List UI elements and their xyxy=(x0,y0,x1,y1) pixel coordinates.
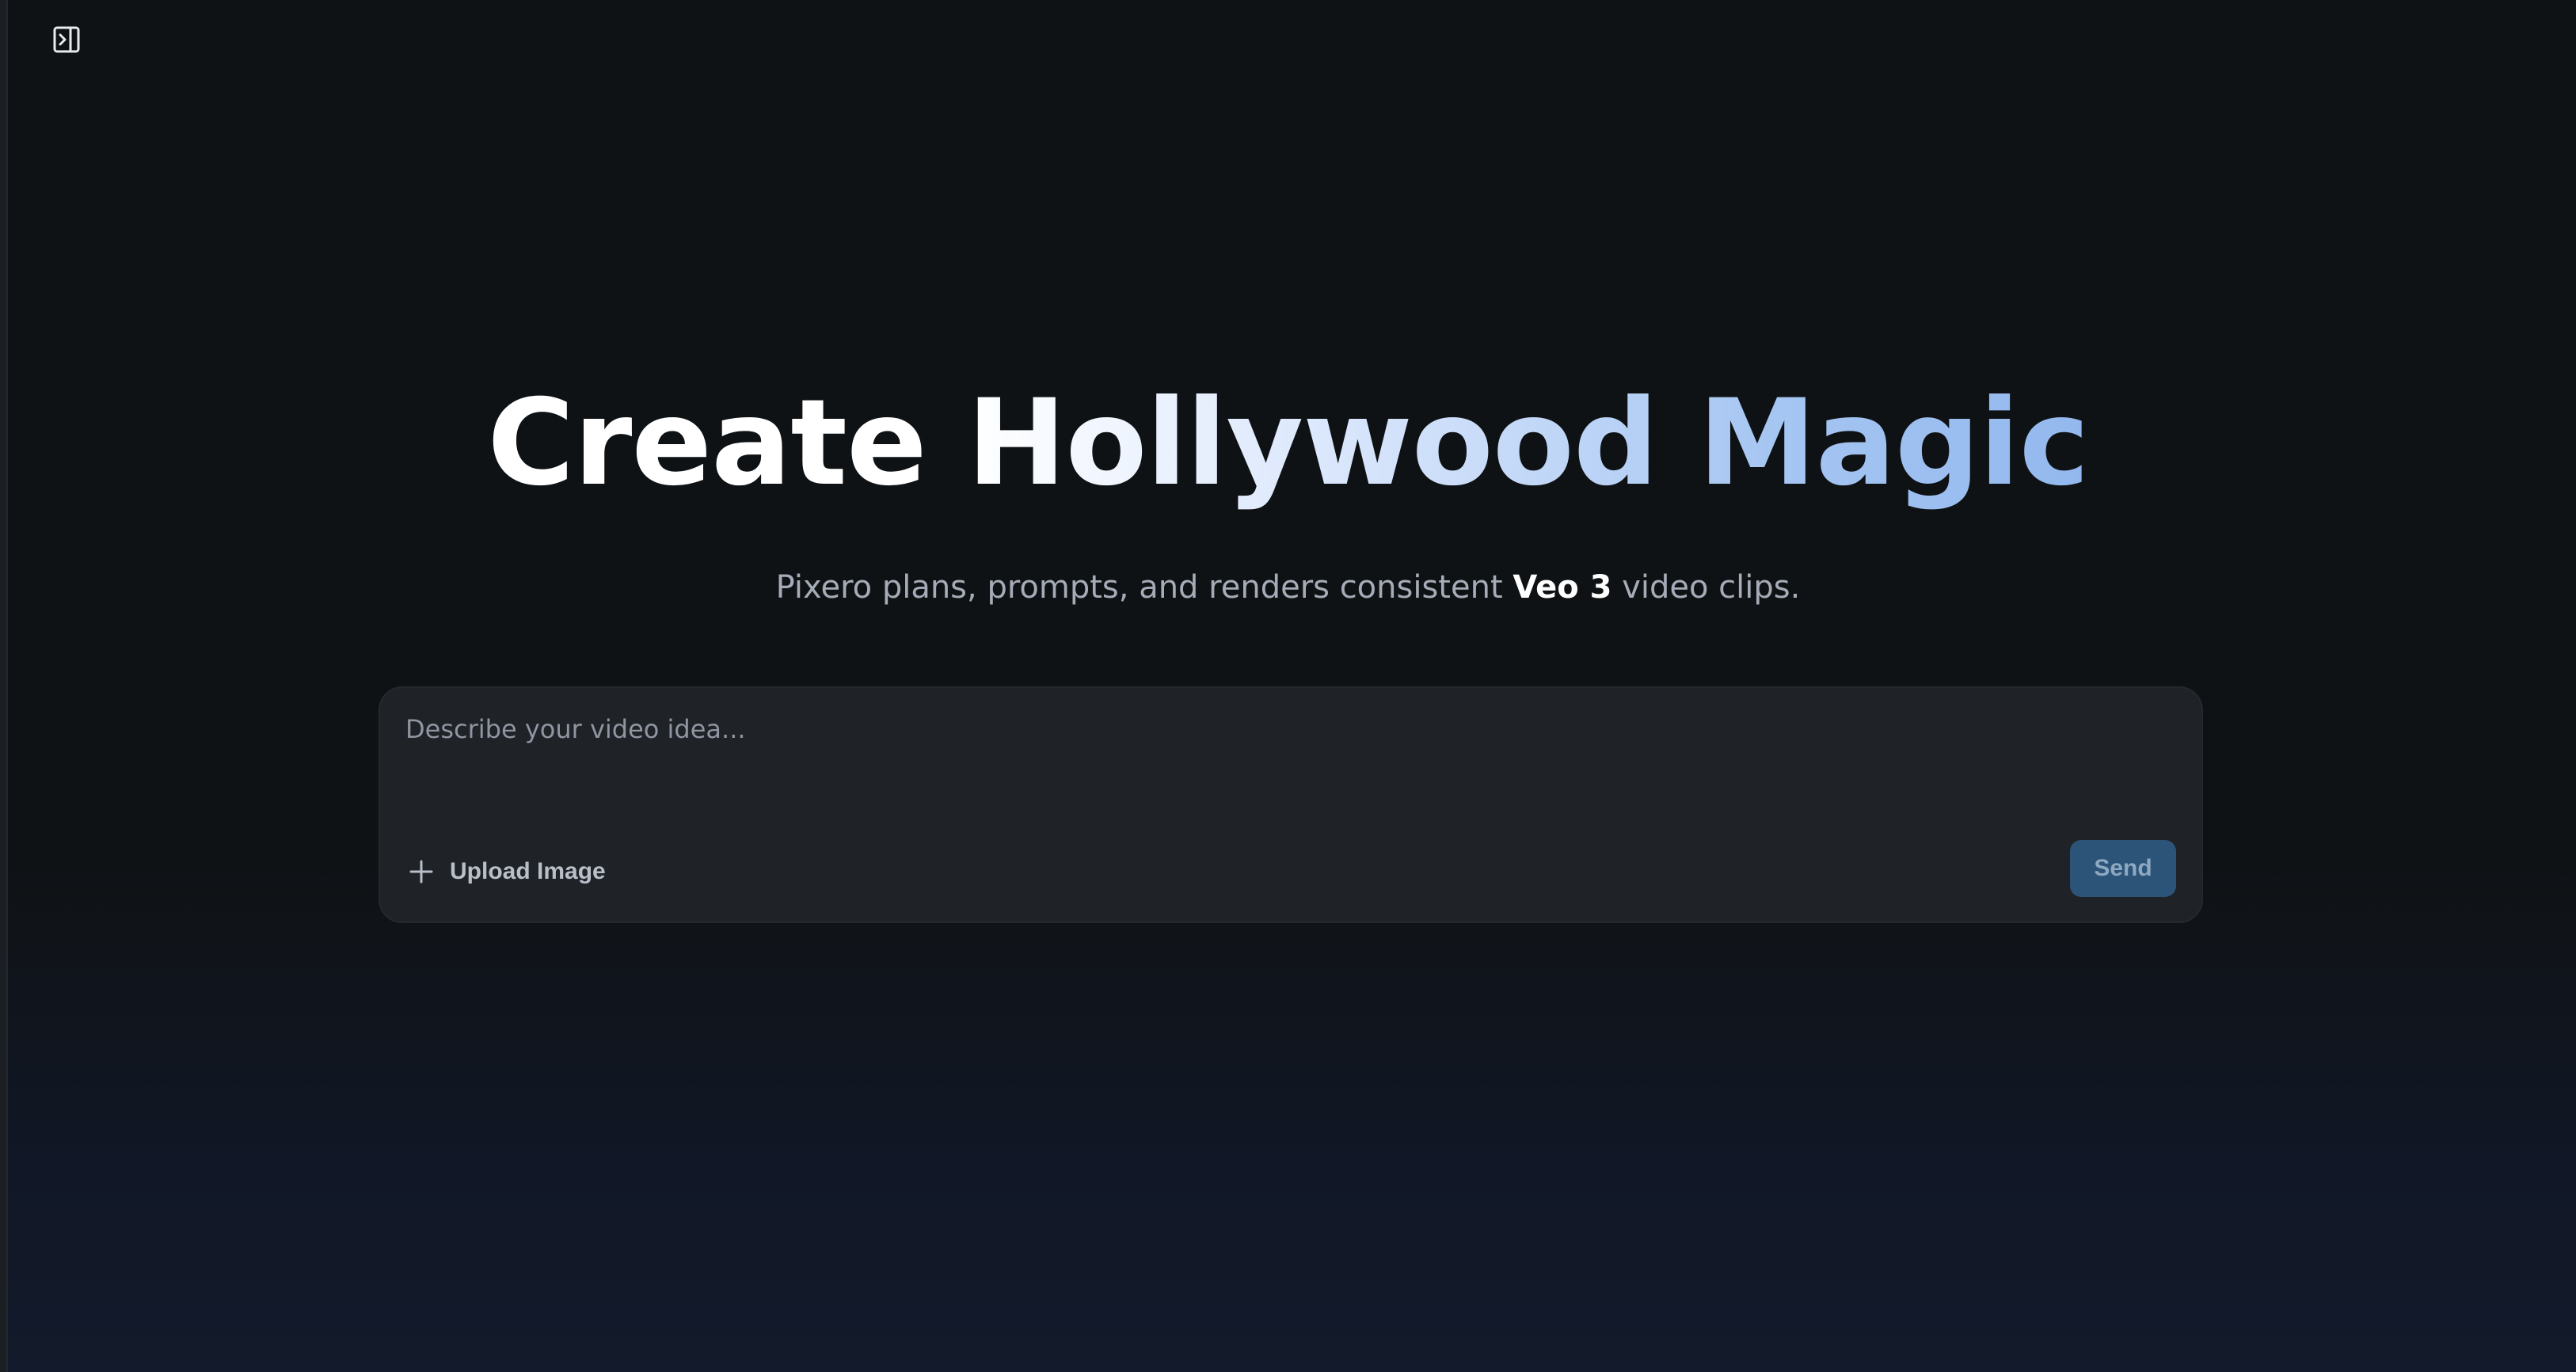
hero-title: Create Hollywood Magic xyxy=(0,372,2576,515)
subtitle-highlight: Veo 3 xyxy=(1512,569,1612,606)
plus-icon xyxy=(409,859,434,884)
window-left-edge xyxy=(0,0,8,1372)
upload-image-button[interactable]: Upload Image xyxy=(409,848,606,895)
send-button[interactable]: Send xyxy=(2070,840,2176,897)
send-button-label: Send xyxy=(2094,855,2152,881)
hero-title-text: Create Hollywood Magic xyxy=(487,374,2089,512)
subtitle-suffix: video clips. xyxy=(1611,569,1801,606)
subtitle-prefix: Pixero plans, prompts, and renders consi… xyxy=(775,569,1513,606)
hero-subtitle: Pixero plans, prompts, and renders consi… xyxy=(0,564,2576,611)
video-idea-input[interactable] xyxy=(405,710,2171,805)
upload-image-label: Upload Image xyxy=(450,858,606,884)
sidebar-toggle-button[interactable] xyxy=(49,22,84,57)
sidebar-expand-icon xyxy=(53,26,80,53)
prompt-composer: Upload Image Send xyxy=(379,686,2203,923)
